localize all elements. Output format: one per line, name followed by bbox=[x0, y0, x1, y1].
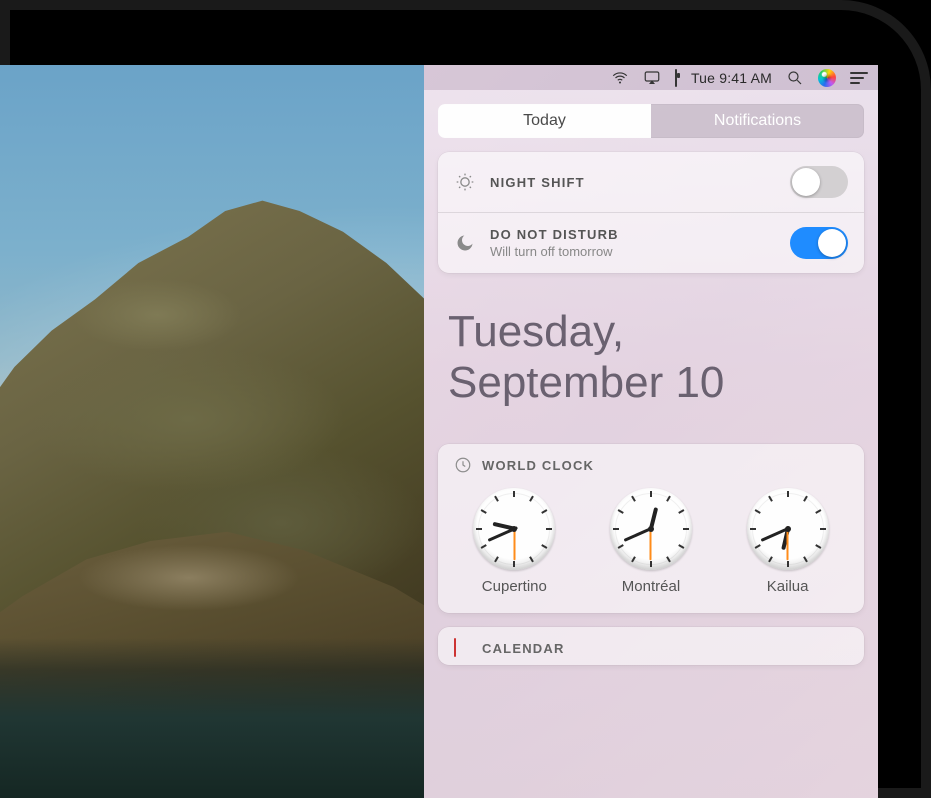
clock-city-label: Cupertino bbox=[482, 578, 547, 595]
world-clock-item: Montréal bbox=[596, 488, 706, 595]
today-date-line2: September 10 bbox=[448, 358, 854, 409]
today-date: Tuesday, September 10 bbox=[438, 273, 864, 430]
battery-icon[interactable] bbox=[675, 70, 677, 86]
menu-bar: Tue 9:41 AM bbox=[0, 65, 878, 90]
dnd-label: DO NOT DISTURB bbox=[490, 227, 776, 242]
world-clock-label: WORLD CLOCK bbox=[482, 458, 594, 473]
calendar-icon bbox=[454, 639, 472, 657]
clock-city-label: Montréal bbox=[622, 578, 680, 595]
device-bezel: Tue 9:41 AM Today Notifications bbox=[0, 0, 931, 798]
calendar-label: CALENDAR bbox=[482, 641, 565, 656]
quick-toggles-card: NIGHT SHIFT DO NOT DISTURB Will turn off… bbox=[438, 152, 864, 273]
clock-city-label: Kailua bbox=[767, 578, 809, 595]
siri-icon[interactable] bbox=[818, 69, 836, 87]
world-clock-item: Cupertino bbox=[459, 488, 569, 595]
desktop-wallpaper bbox=[0, 65, 424, 798]
tab-notifications[interactable]: Notifications bbox=[651, 104, 864, 138]
do-not-disturb-row: DO NOT DISTURB Will turn off tomorrow bbox=[438, 212, 864, 273]
clock-face bbox=[473, 488, 555, 570]
notification-center-icon[interactable] bbox=[850, 72, 868, 84]
clock-face bbox=[610, 488, 692, 570]
dnd-toggle[interactable] bbox=[790, 227, 848, 259]
today-notifications-segmented-control: Today Notifications bbox=[438, 104, 864, 138]
wifi-icon[interactable] bbox=[611, 69, 629, 87]
night-shift-icon bbox=[454, 172, 476, 192]
menubar-clock[interactable]: Tue 9:41 AM bbox=[691, 70, 772, 86]
world-clock-widget: WORLD CLOCK Cupertino Montréal Kailua bbox=[438, 444, 864, 613]
airplay-icon[interactable] bbox=[643, 69, 661, 87]
today-date-line1: Tuesday, bbox=[448, 307, 854, 358]
calendar-widget: CALENDAR bbox=[438, 627, 864, 665]
tab-today[interactable]: Today bbox=[438, 104, 651, 138]
dnd-subtitle: Will turn off tomorrow bbox=[490, 244, 776, 259]
spotlight-icon[interactable] bbox=[786, 69, 804, 87]
clock-face bbox=[747, 488, 829, 570]
moon-icon bbox=[454, 233, 476, 253]
night-shift-toggle[interactable] bbox=[790, 166, 848, 198]
clock-icon bbox=[454, 456, 472, 474]
night-shift-row: NIGHT SHIFT bbox=[438, 152, 864, 212]
screen-area: Tue 9:41 AM Today Notifications bbox=[0, 65, 878, 798]
night-shift-label: NIGHT SHIFT bbox=[490, 175, 776, 190]
world-clock-item: Kailua bbox=[733, 488, 843, 595]
notification-center-panel: Today Notifications NIGHT SHIFT bbox=[424, 90, 878, 798]
